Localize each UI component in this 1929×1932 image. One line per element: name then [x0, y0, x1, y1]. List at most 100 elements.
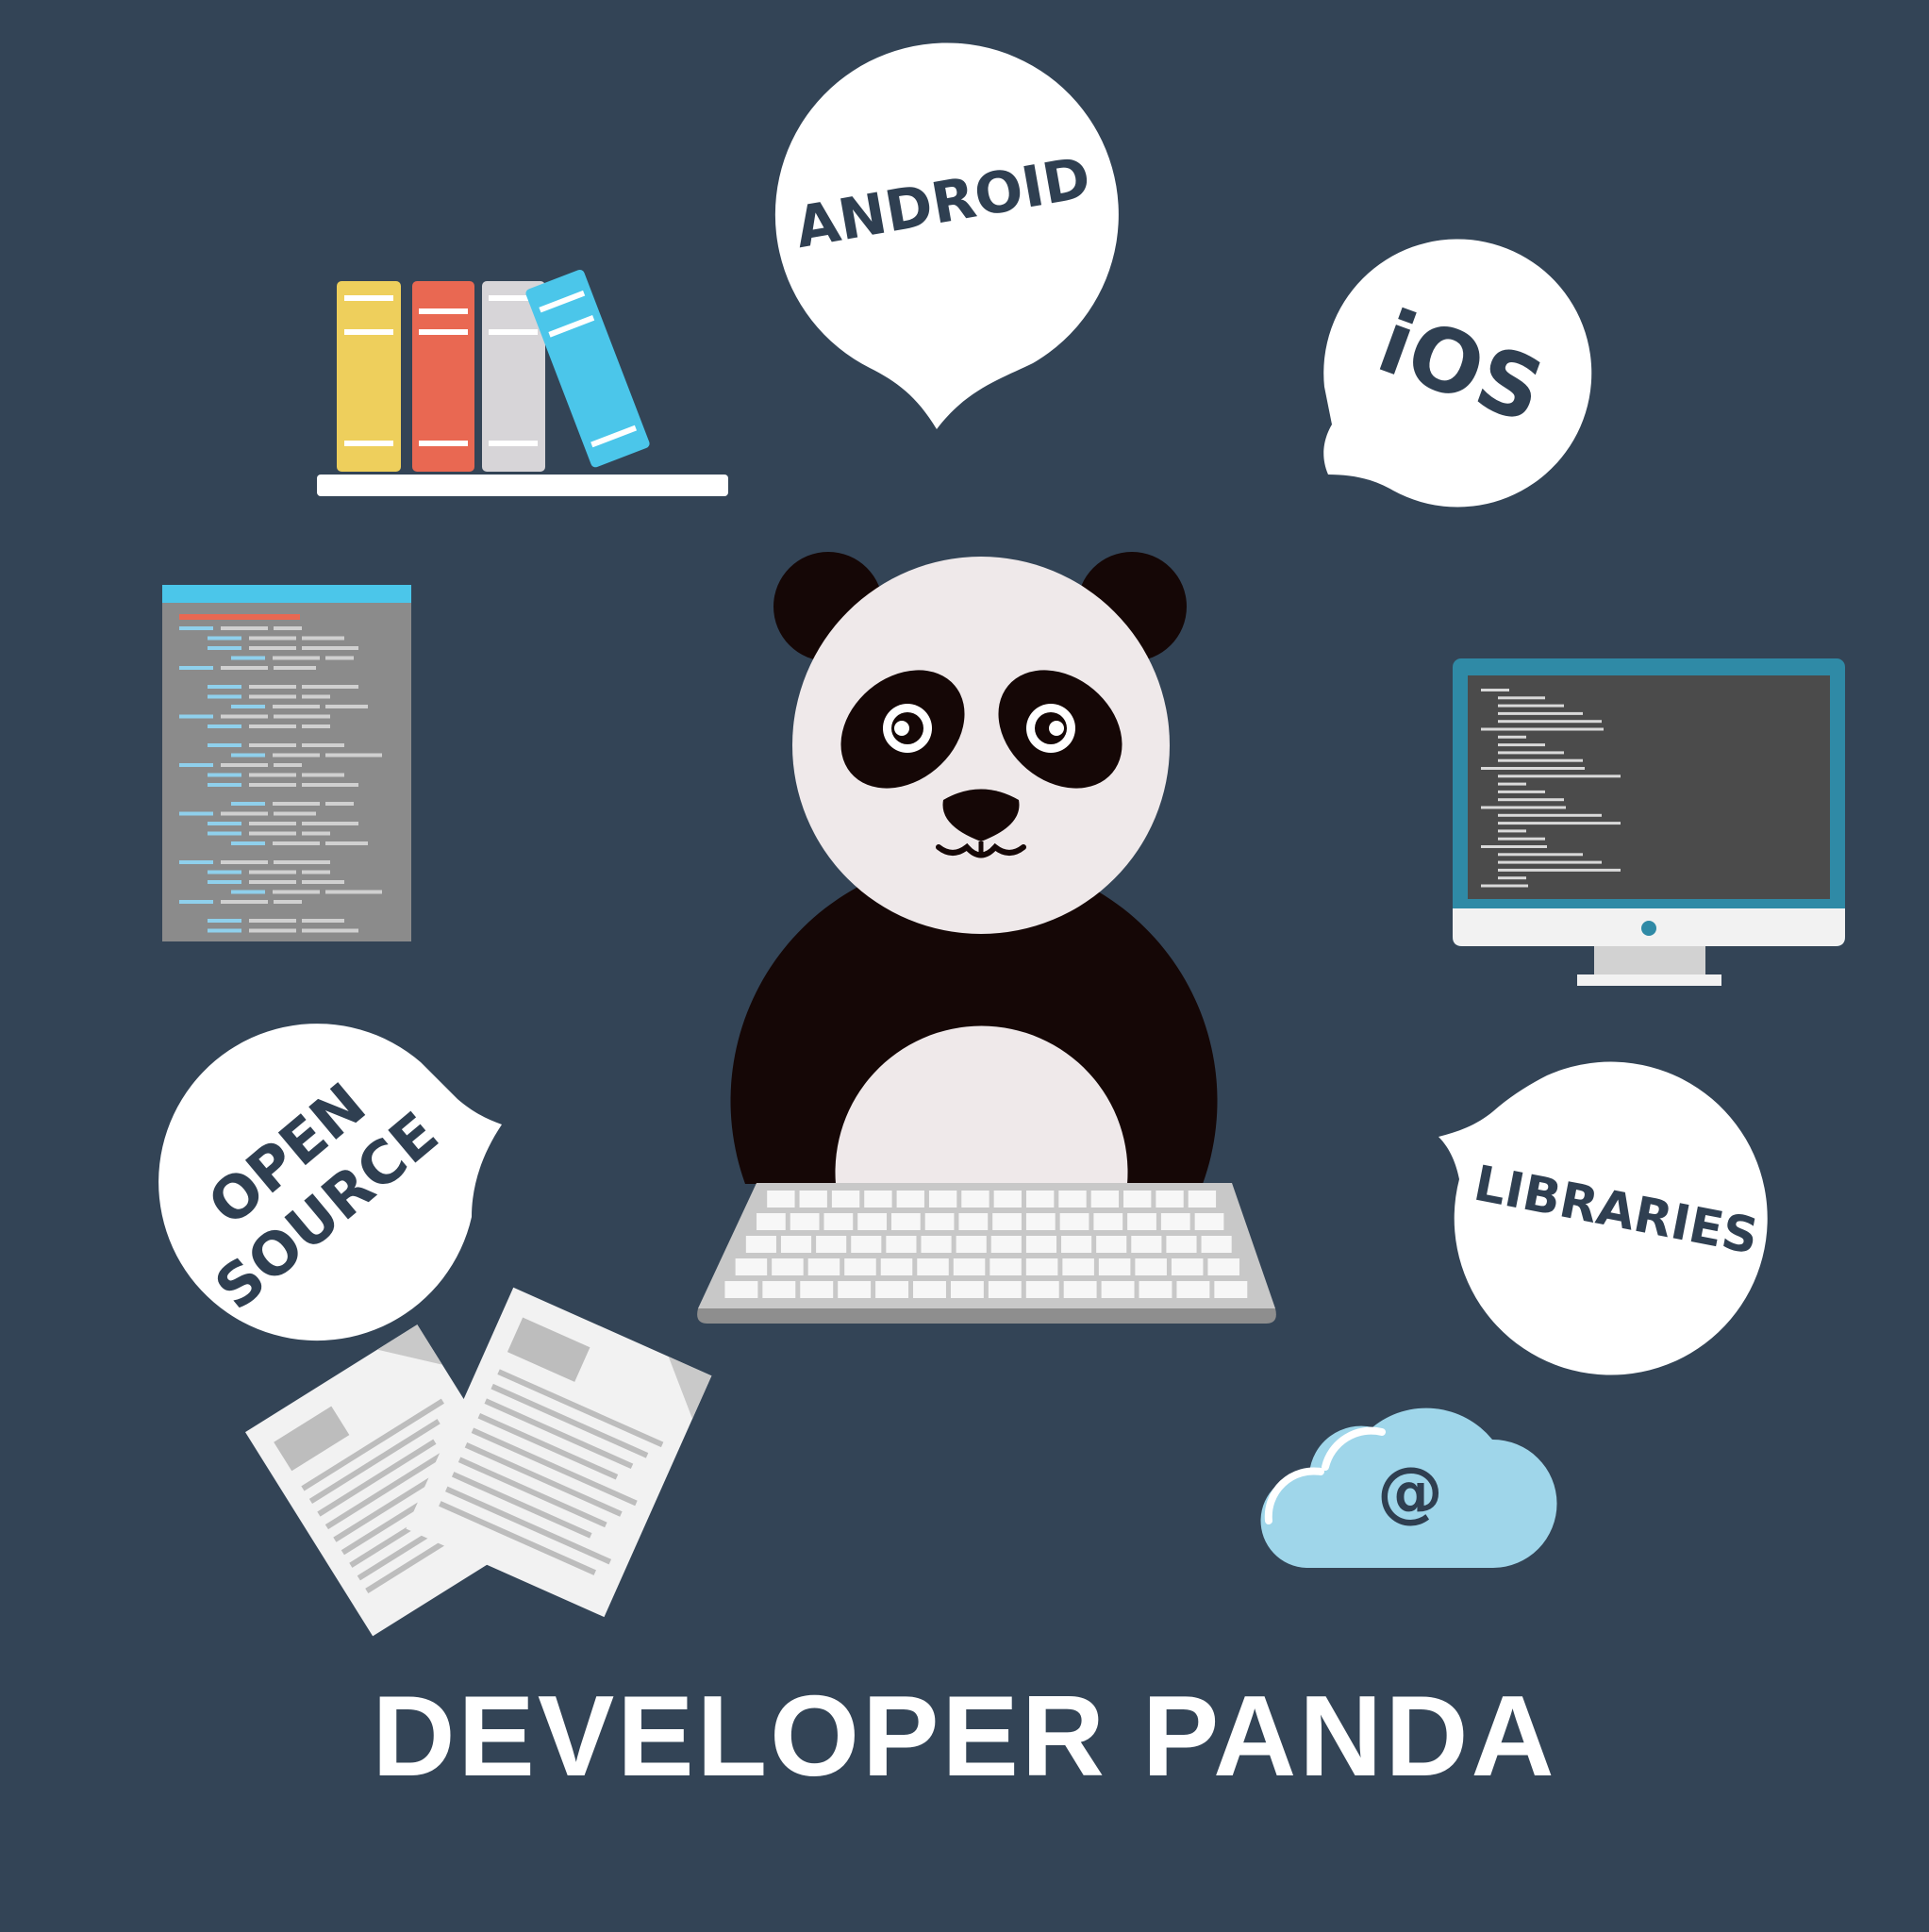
keyboard-key: [851, 1236, 882, 1253]
code-line: [302, 724, 330, 728]
code-line: [274, 763, 302, 767]
code-line: [249, 783, 296, 787]
keyboard-key: [1131, 1236, 1162, 1253]
keyboard-key: [1139, 1281, 1172, 1298]
illustration-canvas: ANDROID iOS OPEN SOURCE LIBRARIES @: [0, 0, 1929, 1932]
keyboard-key: [1025, 1191, 1055, 1208]
code-line: [221, 666, 268, 670]
code-line: [273, 890, 320, 894]
code-line: [273, 705, 320, 708]
terminal-line: [1481, 767, 1585, 770]
code-line: [249, 928, 296, 933]
code-line: [274, 811, 316, 816]
code-line: [325, 656, 354, 660]
terminal-line: [1498, 720, 1602, 724]
keyboard-key: [1062, 1258, 1094, 1275]
code-line: [249, 831, 296, 836]
code-line: [325, 753, 382, 758]
keyboard-key: [800, 1281, 834, 1298]
terminal-line: [1498, 704, 1564, 708]
keyboard-key: [1166, 1236, 1197, 1253]
keyboard-key: [956, 1236, 987, 1253]
keyboard-key: [780, 1236, 812, 1253]
code-line: [249, 636, 296, 641]
keyboard-key: [1059, 1213, 1089, 1230]
keyboard-key: [880, 1258, 913, 1275]
keyboard-key: [1201, 1236, 1232, 1253]
keyboard-key: [807, 1258, 840, 1275]
code-line: [249, 880, 296, 884]
keyboard-key: [896, 1191, 924, 1208]
keyboard-key: [913, 1281, 946, 1298]
keyboard-key: [772, 1258, 804, 1275]
code-line: [179, 714, 213, 719]
code-line: [208, 694, 241, 699]
code-line: [221, 900, 268, 904]
code-line: [302, 646, 358, 650]
terminal-line: [1498, 813, 1602, 817]
code-line: [325, 802, 354, 806]
keyboard-key: [875, 1281, 909, 1298]
keyboard-key: [757, 1213, 786, 1230]
code-line: [208, 743, 241, 747]
code-line: [325, 705, 368, 708]
terminal-line: [1481, 845, 1547, 848]
code-line: [249, 743, 296, 747]
code-line: [208, 919, 241, 923]
code-line: [221, 714, 268, 719]
keyboard-key: [816, 1236, 847, 1253]
code-line: [274, 626, 302, 630]
code-line: [302, 685, 358, 689]
keyboard-key: [921, 1236, 952, 1253]
cloud-at-symbol: @: [1377, 1453, 1443, 1530]
keyboard-key: [1194, 1213, 1224, 1230]
keyboard-key: [1135, 1258, 1167, 1275]
terminal-line: [1498, 743, 1545, 747]
keyboard-key: [799, 1191, 827, 1208]
terminal-line: [1481, 806, 1566, 809]
keyboard-key: [724, 1281, 758, 1298]
code-line: [249, 919, 296, 923]
keyboard-key: [857, 1213, 887, 1230]
keyboard-key: [1156, 1191, 1184, 1208]
terminal-line: [1498, 751, 1564, 755]
keyboard-key: [1214, 1281, 1248, 1298]
code-line: [231, 705, 265, 708]
keyboard-key: [1127, 1213, 1156, 1230]
code-line: [249, 822, 296, 825]
terminal-line: [1498, 696, 1545, 700]
keyboard-key: [838, 1281, 872, 1298]
code-line: [221, 860, 268, 864]
code-line: [273, 841, 320, 845]
keyboard-key: [790, 1213, 820, 1230]
code-line: [179, 860, 213, 864]
code-line: [231, 802, 265, 806]
code-line: [208, 783, 241, 787]
keyboard-key: [1160, 1213, 1190, 1230]
code-line: [231, 753, 265, 758]
code-line: [325, 890, 382, 894]
code-line: [231, 656, 265, 660]
code-line: [208, 870, 241, 874]
keyboard-key: [928, 1191, 957, 1208]
terminal-line: [1498, 853, 1583, 857]
keyboard-key: [1090, 1191, 1120, 1208]
terminal-line: [1498, 822, 1621, 825]
keyboard-key: [1025, 1281, 1059, 1298]
keyboard-key: [993, 1191, 1022, 1208]
keyboard-key: [1123, 1191, 1152, 1208]
code-line: [249, 870, 296, 874]
code-line: [208, 724, 241, 728]
keyboard-key: [958, 1213, 989, 1230]
code-document-icon: [162, 585, 411, 941]
keyboard-key: [844, 1258, 876, 1275]
terminal-line: [1498, 774, 1621, 778]
keyboard-key: [864, 1191, 892, 1208]
code-line: [302, 831, 330, 836]
code-line: [249, 685, 296, 689]
terminal-line: [1498, 735, 1526, 739]
keyboard-key: [745, 1236, 776, 1253]
terminal-line: [1498, 837, 1545, 841]
keyboard-key: [953, 1258, 986, 1275]
code-line: [231, 890, 265, 894]
